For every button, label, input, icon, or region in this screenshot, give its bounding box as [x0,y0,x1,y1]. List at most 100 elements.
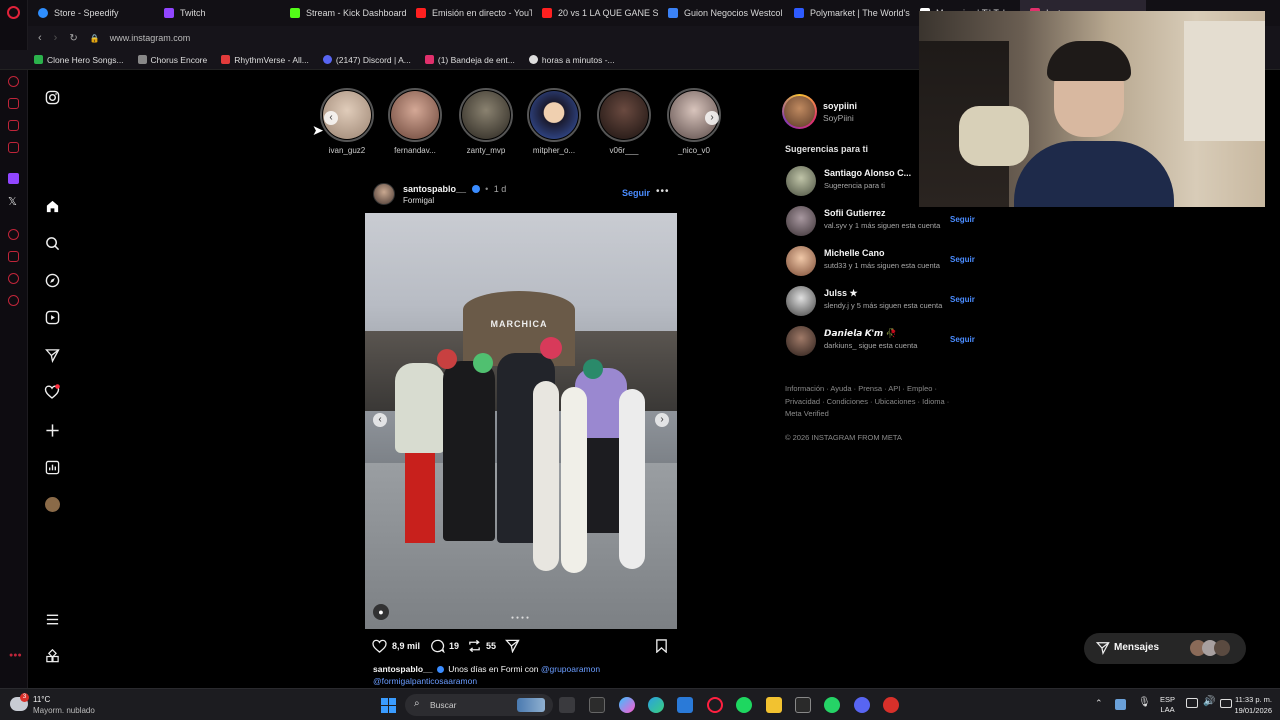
instagram-logo-icon[interactable] [44,89,60,105]
post-follow-button[interactable]: Seguir [622,188,650,198]
reload-icon[interactable]: ↻ [69,33,77,44]
repost-icon[interactable] [467,639,482,658]
sidebar-app-icon[interactable] [8,142,19,153]
stories-prev-arrow-icon[interactable]: ‹ [324,111,338,125]
meta-apps-icon[interactable] [44,648,60,664]
suggestion-name[interactable]: 𝘿𝙖𝙣𝙞𝙚𝙡𝙖 𝙆'𝙢 🥀 [824,328,948,339]
explore-icon[interactable] [44,272,60,288]
sidebar-app-icon[interactable] [8,120,19,131]
tab-speedify[interactable]: Store - Speedify [28,0,154,26]
weather-temp[interactable]: 11°C [33,695,50,704]
sidebar-app-icon[interactable] [8,98,19,109]
story-item[interactable]: mitpher_o... [526,88,582,155]
story-item[interactable]: fernandav... [387,88,443,155]
suggestion-follow-button[interactable]: Seguir [950,255,975,264]
suggestion-follow-button[interactable]: Seguir [950,295,975,304]
language-indicator[interactable]: ESP LAA [1160,695,1175,715]
post-location[interactable]: Formigal [403,196,434,205]
like-button[interactable] [372,639,388,653]
home-icon[interactable] [44,198,60,214]
stories-next-arrow-icon[interactable]: › [705,111,719,125]
suggestion-avatar[interactable] [786,206,816,236]
messages-nav-icon[interactable] [44,347,60,363]
profile-avatar[interactable] [44,496,60,512]
network-icon[interactable] [1186,698,1198,708]
carousel-prev-icon[interactable]: ‹ [373,413,387,427]
footer-links-row[interactable]: Información · Ayuda · Prensa · API · Emp… [785,383,975,396]
suggestion-avatar[interactable] [786,246,816,276]
tab-kick[interactable]: Stream - Kick Dashboard [280,0,406,26]
app-icon[interactable] [883,697,899,713]
messages-button[interactable]: Mensajes [1084,633,1246,664]
current-username[interactable]: soypiini [823,101,857,111]
share-icon[interactable] [504,639,520,658]
bookmark-item[interactable]: Chorus Encore [137,55,207,65]
tagged-users-icon[interactable]: ● [373,604,389,620]
bookmark-item[interactable]: horas a minutos -... [528,55,615,65]
epic-games-icon[interactable] [795,697,811,713]
suggestion-name[interactable]: Sofii Gutierrez [824,208,948,218]
edge-icon[interactable] [648,697,664,713]
opera-gx-icon[interactable] [707,697,723,713]
footer-links-row[interactable]: Privacidad · Condiciones · Ubicaciones ·… [785,396,975,409]
volume-icon[interactable]: 🔊 [1203,696,1215,707]
tab-polymarket[interactable]: Polymarket | The World's [784,0,910,26]
show-hidden-icons[interactable]: ⌃ [1095,698,1103,709]
file-explorer-icon[interactable] [766,697,782,713]
post-options-icon[interactable]: ••• [656,186,670,197]
tray-app-icon[interactable] [1115,699,1126,710]
post-image[interactable]: MARCHICA ‹ › ● ●●●● [365,213,677,629]
more-icon[interactable]: ●●● [9,652,22,659]
tab-youtube-video[interactable]: 20 vs 1 LA QUE GANE SE [532,0,658,26]
current-user-avatar[interactable] [782,94,817,129]
taskbar-search-box[interactable]: ⌕ Buscar [405,694,553,716]
copilot-icon[interactable] [619,697,635,713]
post-username[interactable]: santospablo__ [403,184,466,194]
tab-twitch[interactable]: Twitch [154,0,280,26]
like-count[interactable]: 8,9 mil [392,641,420,651]
twitch-app-icon[interactable] [8,173,19,184]
suggestion-name[interactable]: Michelle Cano [824,248,948,258]
dashboard-icon[interactable] [44,459,60,475]
more-menu-icon[interactable] [44,611,60,627]
weather-desc[interactable]: Mayorm. nublado [33,706,95,715]
repost-count[interactable]: 55 [486,641,496,651]
store-icon[interactable] [677,697,693,713]
x-app-icon[interactable]: 𝕏 [8,195,17,208]
suggestion-avatar[interactable] [786,326,816,356]
search-icon[interactable] [44,235,60,251]
caption-mention[interactable]: @grupoaramon [541,664,600,674]
forward-icon[interactable]: › [54,32,58,44]
back-icon[interactable]: ‹ [38,32,42,44]
carousel-next-icon[interactable]: › [655,413,669,427]
create-plus-icon[interactable] [44,422,60,438]
bookmark-item[interactable]: Clone Hero Songs... [34,55,124,65]
story-item[interactable]: zanty_mvp [458,88,514,155]
settings-icon[interactable] [8,295,19,306]
clock[interactable]: 11:33 p. m. 19/01/2026 [1232,694,1272,716]
sidebar-app-icon[interactable] [8,76,19,87]
comment-count[interactable]: 19 [449,641,459,651]
notifications-heart-icon[interactable] [44,384,60,400]
story-item[interactable]: v06r___ [596,88,652,155]
bookmark-item[interactable]: (1) Bandeja de ent... [424,55,515,65]
microphone-icon[interactable]: 🎙 [1138,697,1151,708]
suggestion-follow-button[interactable]: Seguir [950,335,975,344]
app-icon[interactable] [589,697,605,713]
sidebar-app-icon[interactable] [8,251,19,262]
sidebar-app-icon[interactable] [8,273,19,284]
suggestion-name[interactable]: Julss ★ [824,288,948,299]
bookmark-item[interactable]: (2147) Discord | A... [322,55,411,65]
post-author-avatar[interactable] [373,183,395,205]
spotify-icon[interactable] [736,697,752,713]
footer-links[interactable]: Información · Ayuda · Prensa · API · Emp… [785,383,975,421]
comment-icon[interactable] [430,639,445,658]
opera-logo-icon[interactable] [7,6,20,19]
suggestion-avatar[interactable] [786,286,816,316]
battery-icon[interactable] [1220,699,1232,708]
tab-youtube-live[interactable]: Emisión en directo - YouT [406,0,532,26]
footer-links-row[interactable]: Meta Verified [785,408,975,421]
discord-icon[interactable] [854,697,870,713]
windows-start-icon[interactable] [381,698,396,713]
save-bookmark-icon[interactable] [655,639,668,658]
